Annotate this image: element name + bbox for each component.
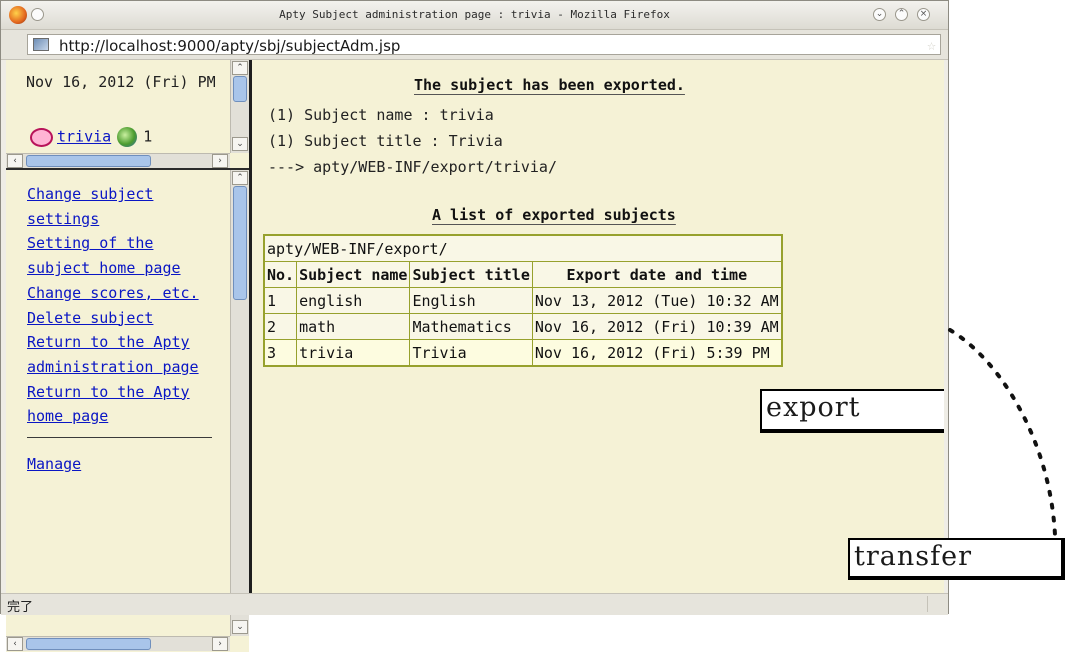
close-icon[interactable]: × — [917, 8, 930, 21]
minimize-icon[interactable]: ⌄ — [873, 8, 886, 21]
resize-grip-icon[interactable] — [927, 596, 946, 612]
scroll-thumb[interactable] — [233, 186, 247, 300]
address-bar[interactable]: http://localhost:9000/apty/sbj/subjectAd… — [27, 34, 941, 55]
table-row: 1 english English Nov 13, 2012 (Tue) 10:… — [263, 287, 783, 314]
dotted-arrow — [948, 328, 1057, 537]
scroll-down-icon[interactable]: ⌄ — [232, 620, 248, 634]
maximize-icon[interactable]: ⌃ — [895, 8, 908, 21]
export-path-line: ---> apty/WEB-INF/export/trivia/ — [268, 158, 557, 176]
window-title: Apty Subject administration page : trivi… — [279, 8, 670, 21]
sidebar-menu-vscrollbar[interactable]: ⌃ ⌄ — [230, 170, 249, 636]
sidebar-info-vscrollbar[interactable]: ⌃ ⌄ — [230, 60, 249, 153]
sidebar-info-hscrollbar[interactable]: ‹ › — [6, 153, 230, 168]
col-export-date: Export date and time — [531, 261, 783, 288]
table-header-row: No. Subject name Subject title Export da… — [263, 261, 783, 288]
scroll-left-icon[interactable]: ‹ — [7, 637, 23, 651]
navigation-toolbar: http://localhost:9000/apty/sbj/subjectAd… — [1, 30, 948, 60]
smiley-icon — [30, 127, 53, 147]
menu-return-admin[interactable]: Return to the Apty administration page — [27, 333, 199, 376]
export-heading: The subject has been exported. — [414, 76, 685, 94]
cell-no: 1 — [263, 287, 298, 314]
annotation-curve — [948, 328, 1057, 537]
col-subject-name: Subject name — [296, 261, 411, 288]
main-content-frame: The subject has been exported. (1) Subje… — [252, 60, 944, 593]
scroll-down-icon[interactable]: ⌄ — [232, 137, 248, 151]
menu-change-subject-settings[interactable]: Change subject settings — [27, 185, 153, 228]
hscroll-thumb[interactable] — [26, 155, 151, 167]
user-count: 1 — [143, 127, 153, 146]
cell-subject-name: trivia — [296, 339, 411, 367]
col-no: No. — [263, 261, 298, 288]
cell-export-date: Nov 16, 2012 (Fri) 10:39 AM — [531, 313, 783, 340]
sidebar-info-frame: Nov 16, 2012 (Fri) PM trivia 1 ⌃ ⌄ ‹ › — [6, 60, 249, 168]
cell-subject-title: Mathematics — [409, 313, 533, 340]
scroll-up-icon[interactable]: ⌃ — [232, 171, 248, 185]
menu-manage[interactable]: Manage — [27, 455, 81, 473]
menu-separator — [27, 437, 212, 439]
scroll-right-icon[interactable]: › — [212, 637, 228, 651]
table-path: apty/WEB-INF/export/ — [263, 234, 783, 262]
cell-subject-title: Trivia — [409, 339, 533, 367]
scroll-left-icon[interactable]: ‹ — [7, 154, 23, 168]
site-icon — [33, 38, 49, 51]
cell-no: 2 — [263, 313, 298, 340]
subject-name-line: (1) Subject name : trivia — [268, 106, 494, 124]
table-row: 3 trivia Trivia Nov 16, 2012 (Fri) 5:39 … — [263, 339, 783, 367]
hscroll-thumb[interactable] — [26, 638, 151, 650]
date-label: Nov 16, 2012 (Fri) PM — [26, 73, 216, 91]
transfer-annotation: transfer — [848, 538, 1065, 580]
table-row: 2 math Mathematics Nov 16, 2012 (Fri) 10… — [263, 313, 783, 340]
menu-subject-home-page[interactable]: Setting of the subject home page — [27, 234, 181, 277]
sidebar-menu-frame: Change subject settings Setting of the s… — [6, 168, 249, 652]
sidebar-menu: Change subject settings Setting of the s… — [27, 182, 217, 477]
browser-window: Apty Subject administration page : trivi… — [0, 0, 949, 652]
sidebar-menu-hscrollbar[interactable]: ‹ › — [6, 636, 230, 651]
cell-subject-title: English — [409, 287, 533, 314]
scroll-right-icon[interactable]: › — [212, 154, 228, 168]
url-text[interactable]: http://localhost:9000/apty/sbj/subjectAd… — [59, 37, 400, 55]
cell-export-date: Nov 13, 2012 (Tue) 10:32 AM — [531, 287, 783, 314]
globe-icon — [117, 127, 138, 147]
bookmark-star-icon[interactable]: ☆ — [927, 36, 936, 54]
user-link[interactable]: trivia — [57, 128, 111, 146]
cell-no: 3 — [263, 339, 298, 367]
exported-subjects-table: apty/WEB-INF/export/ No. Subject name Su… — [263, 234, 783, 367]
scroll-thumb[interactable] — [233, 76, 247, 102]
table-path-row: apty/WEB-INF/export/ — [263, 234, 783, 262]
col-subject-title: Subject title — [409, 261, 533, 288]
status-text: 完了 — [7, 600, 34, 615]
scroll-up-icon[interactable]: ⌃ — [232, 61, 248, 75]
menu-return-home[interactable]: Return to the Apty home page — [27, 383, 190, 426]
user-line: trivia 1 — [30, 127, 152, 147]
menu-delete-subject[interactable]: Delete subject — [27, 309, 153, 327]
cell-subject-name: math — [296, 313, 411, 340]
menu-change-scores[interactable]: Change scores, etc. — [27, 284, 199, 302]
subject-title-line: (1) Subject title : Trivia — [268, 132, 503, 150]
title-bar: Apty Subject administration page : trivi… — [1, 1, 948, 30]
cell-subject-name: english — [296, 287, 411, 314]
list-heading: A list of exported subjects — [432, 206, 676, 224]
export-annotation: export — [760, 389, 944, 433]
status-bar: 完了 — [1, 593, 948, 615]
cell-export-date: Nov 16, 2012 (Fri) 5:39 PM — [531, 339, 783, 367]
